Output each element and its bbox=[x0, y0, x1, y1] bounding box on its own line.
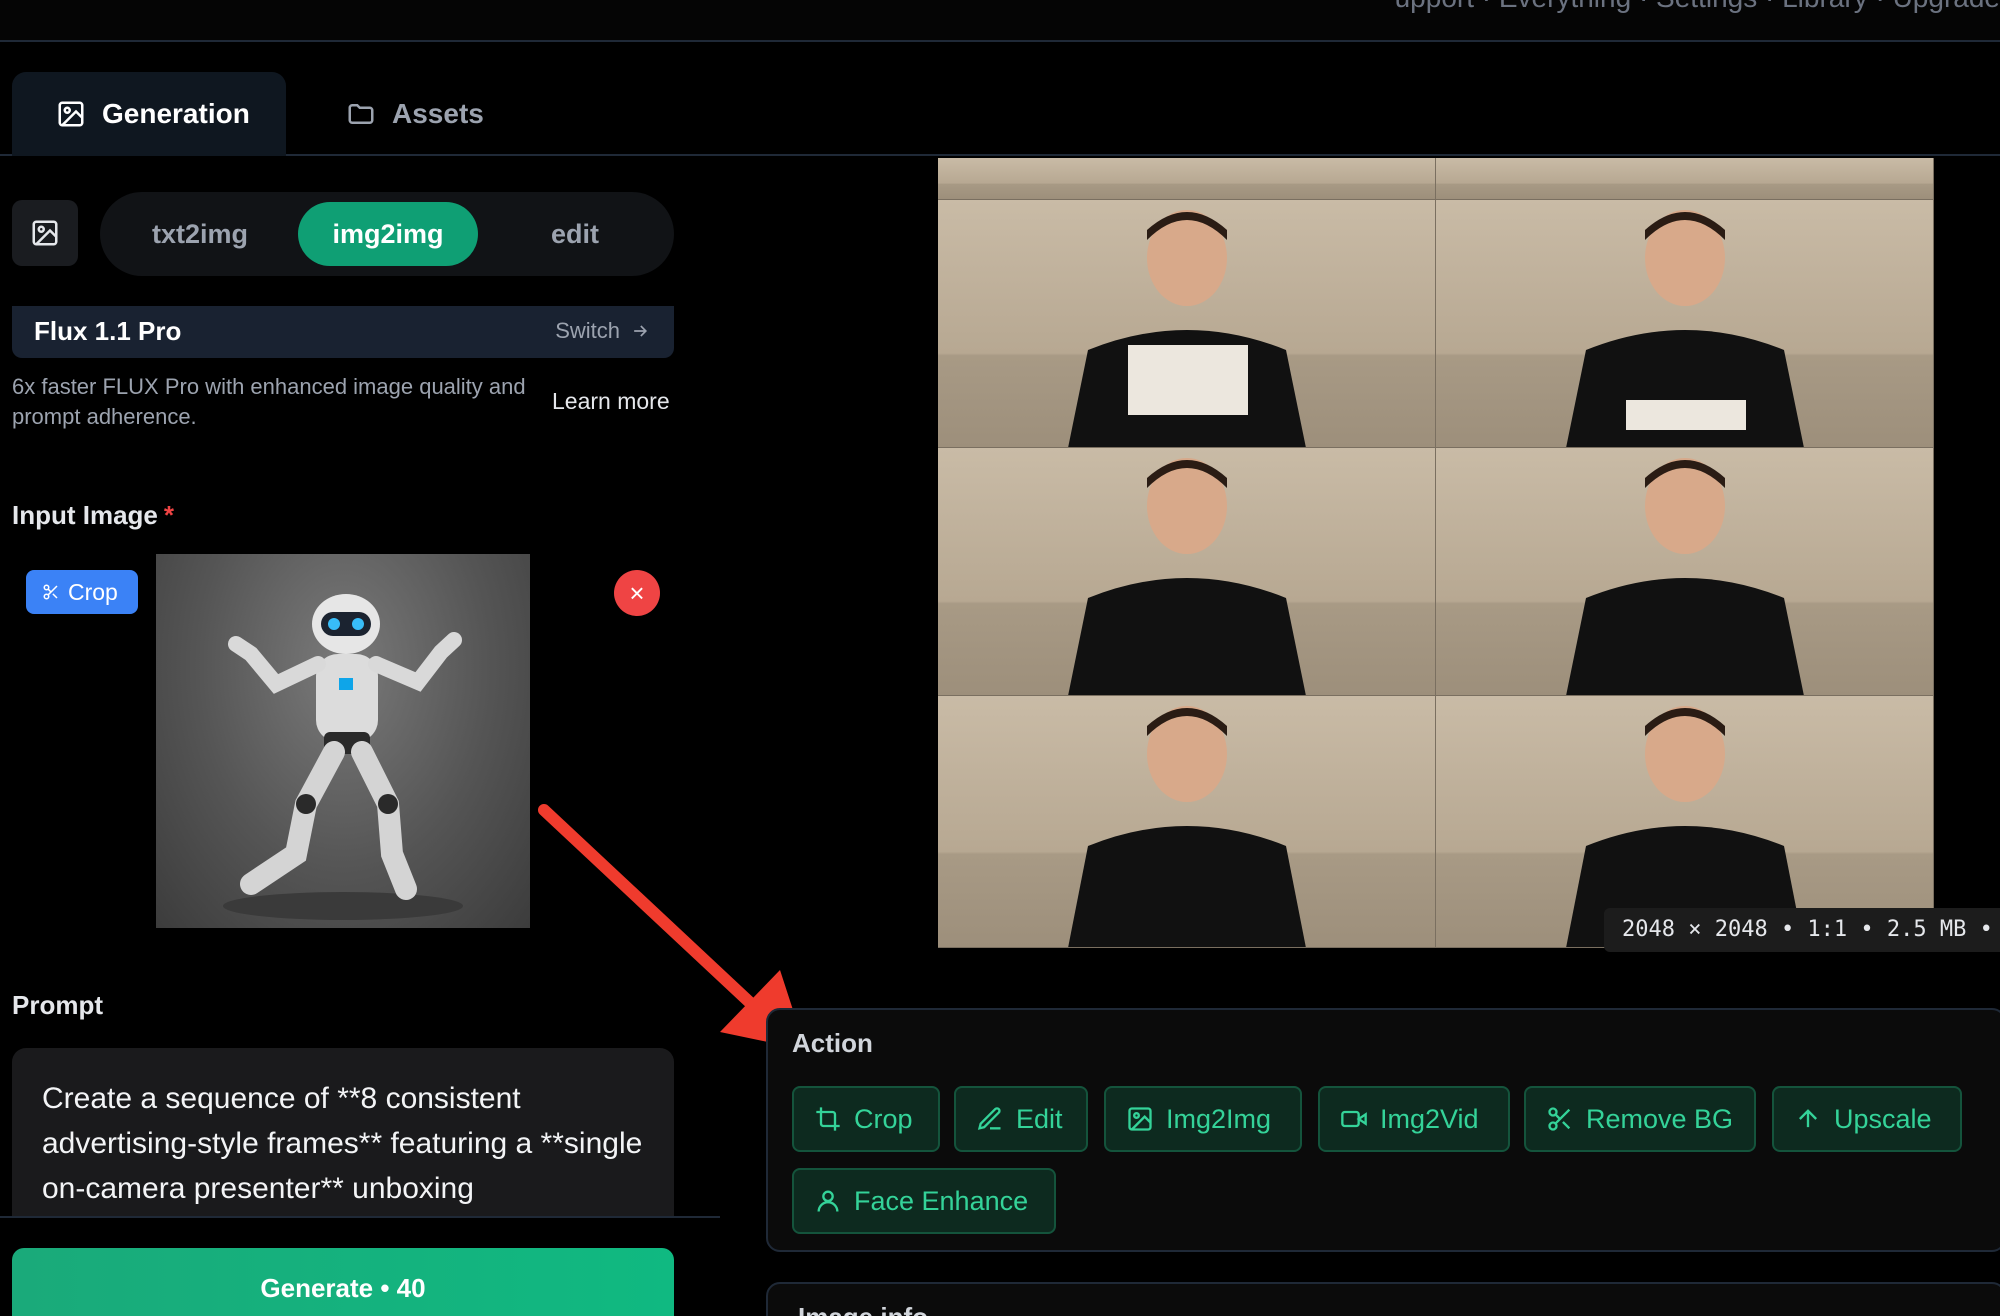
mode-img2img[interactable]: img2img bbox=[298, 202, 478, 266]
model-name: Flux 1.1 Pro bbox=[34, 316, 182, 346]
result-image-grid[interactable] bbox=[938, 158, 1934, 948]
scissors-icon bbox=[1548, 1107, 1571, 1131]
model-selector: Flux 1.1 Pro Switch bbox=[12, 306, 674, 358]
presenter-photo bbox=[1068, 458, 1306, 695]
upscale-button[interactable]: Upscale bbox=[1772, 1086, 1962, 1152]
crop-icon bbox=[816, 1107, 840, 1131]
img2img-button-label: Img2Img bbox=[1166, 1103, 1272, 1134]
crop-button-label: Crop bbox=[854, 1103, 913, 1134]
edit-icon bbox=[977, 1107, 1001, 1130]
input-image-preview bbox=[156, 554, 530, 928]
folder-icon bbox=[348, 104, 374, 124]
arrow-right-icon bbox=[634, 325, 648, 337]
remove-image-button[interactable]: × bbox=[614, 570, 660, 616]
action-panel: Action Crop Edit Img2Img Img2Vid Remove … bbox=[766, 1008, 2000, 1252]
result-frame bbox=[938, 200, 1436, 448]
mode-selector: txt2img img2img edit bbox=[100, 192, 674, 276]
image-icon bbox=[58, 101, 84, 127]
upscale-button-label: Upscale bbox=[1834, 1103, 1932, 1134]
tab-bar: Generation Assets bbox=[0, 42, 2000, 156]
crop-button[interactable]: Crop bbox=[792, 1086, 940, 1152]
img2vid-button[interactable]: Img2Vid bbox=[1318, 1086, 1510, 1152]
tab-generation[interactable]: Generation bbox=[12, 72, 286, 156]
scissors-icon bbox=[43, 584, 58, 600]
image-upload-button[interactable] bbox=[12, 200, 78, 266]
remove-bg-button[interactable]: Remove BG bbox=[1524, 1086, 1756, 1152]
top-nav: upport · Everything · Settings · Library… bbox=[0, 0, 2000, 42]
presenter-photo bbox=[1566, 210, 1804, 447]
tab-generation-label: Generation bbox=[102, 98, 250, 129]
switch-model-button[interactable]: Switch bbox=[555, 318, 650, 344]
arrow-up-icon bbox=[1799, 1109, 1817, 1128]
image-info-panel: Image info bbox=[766, 1282, 2000, 1316]
prompt-textarea[interactable]: Create a sequence of **8 consistent adve… bbox=[12, 1048, 674, 1216]
robot-illustration bbox=[223, 594, 463, 920]
remove-bg-button-label: Remove BG bbox=[1586, 1103, 1734, 1134]
generation-panel: txt2img img2img edit Flux 1.1 Pro Switch… bbox=[0, 158, 720, 1316]
crop-input-button[interactable]: Crop bbox=[26, 570, 138, 614]
presenter-photo bbox=[1068, 706, 1306, 947]
mode-txt2img[interactable]: txt2img bbox=[120, 202, 280, 266]
input-image-label-text: Input Image bbox=[12, 500, 158, 530]
edit-button-label: Edit bbox=[1016, 1103, 1063, 1134]
result-frame bbox=[1436, 158, 1934, 200]
required-mark: * bbox=[163, 500, 175, 530]
switch-label: Switch bbox=[555, 318, 620, 343]
crop-input-label: Crop bbox=[68, 578, 118, 605]
action-title: Action bbox=[792, 1028, 873, 1058]
presenter-photo bbox=[1566, 458, 1804, 695]
result-frame bbox=[1436, 200, 1934, 448]
mode-edit[interactable]: edit bbox=[490, 202, 660, 266]
learn-more-link[interactable]: Learn more bbox=[552, 388, 670, 415]
input-image-label: Input Image * bbox=[12, 500, 174, 531]
user-icon bbox=[817, 1190, 839, 1212]
generate-button[interactable]: Generate • 40 bbox=[12, 1248, 674, 1316]
edit-button[interactable]: Edit bbox=[954, 1086, 1088, 1152]
video-icon bbox=[1341, 1110, 1367, 1128]
image-info-title: Image info bbox=[798, 1302, 928, 1316]
image-icon bbox=[32, 220, 58, 246]
panel-divider bbox=[0, 1216, 720, 1218]
face-enhance-button[interactable]: Face Enhance bbox=[792, 1168, 1056, 1234]
image-plus-icon bbox=[1128, 1107, 1152, 1131]
prompt-label: Prompt bbox=[12, 990, 103, 1020]
result-frame bbox=[938, 158, 1436, 200]
result-frame bbox=[938, 696, 1436, 948]
image-dimensions-badge: 2048 × 2048 • 1:1 • 2.5 MB • bbox=[1604, 908, 2000, 952]
img2vid-button-label: Img2Vid bbox=[1380, 1103, 1479, 1134]
model-description: 6x faster FLUX Pro with enhanced image q… bbox=[12, 374, 526, 429]
img2img-button[interactable]: Img2Img bbox=[1104, 1086, 1302, 1152]
result-frame bbox=[938, 448, 1436, 696]
face-enhance-button-label: Face Enhance bbox=[854, 1185, 1029, 1216]
tab-assets-label: Assets bbox=[392, 98, 484, 129]
presenter-photo bbox=[1068, 210, 1306, 447]
tab-assets[interactable]: Assets bbox=[346, 72, 484, 156]
top-nav-text: upport · Everything · Settings · Library… bbox=[1395, 0, 2000, 14]
result-frame bbox=[1436, 448, 1934, 696]
